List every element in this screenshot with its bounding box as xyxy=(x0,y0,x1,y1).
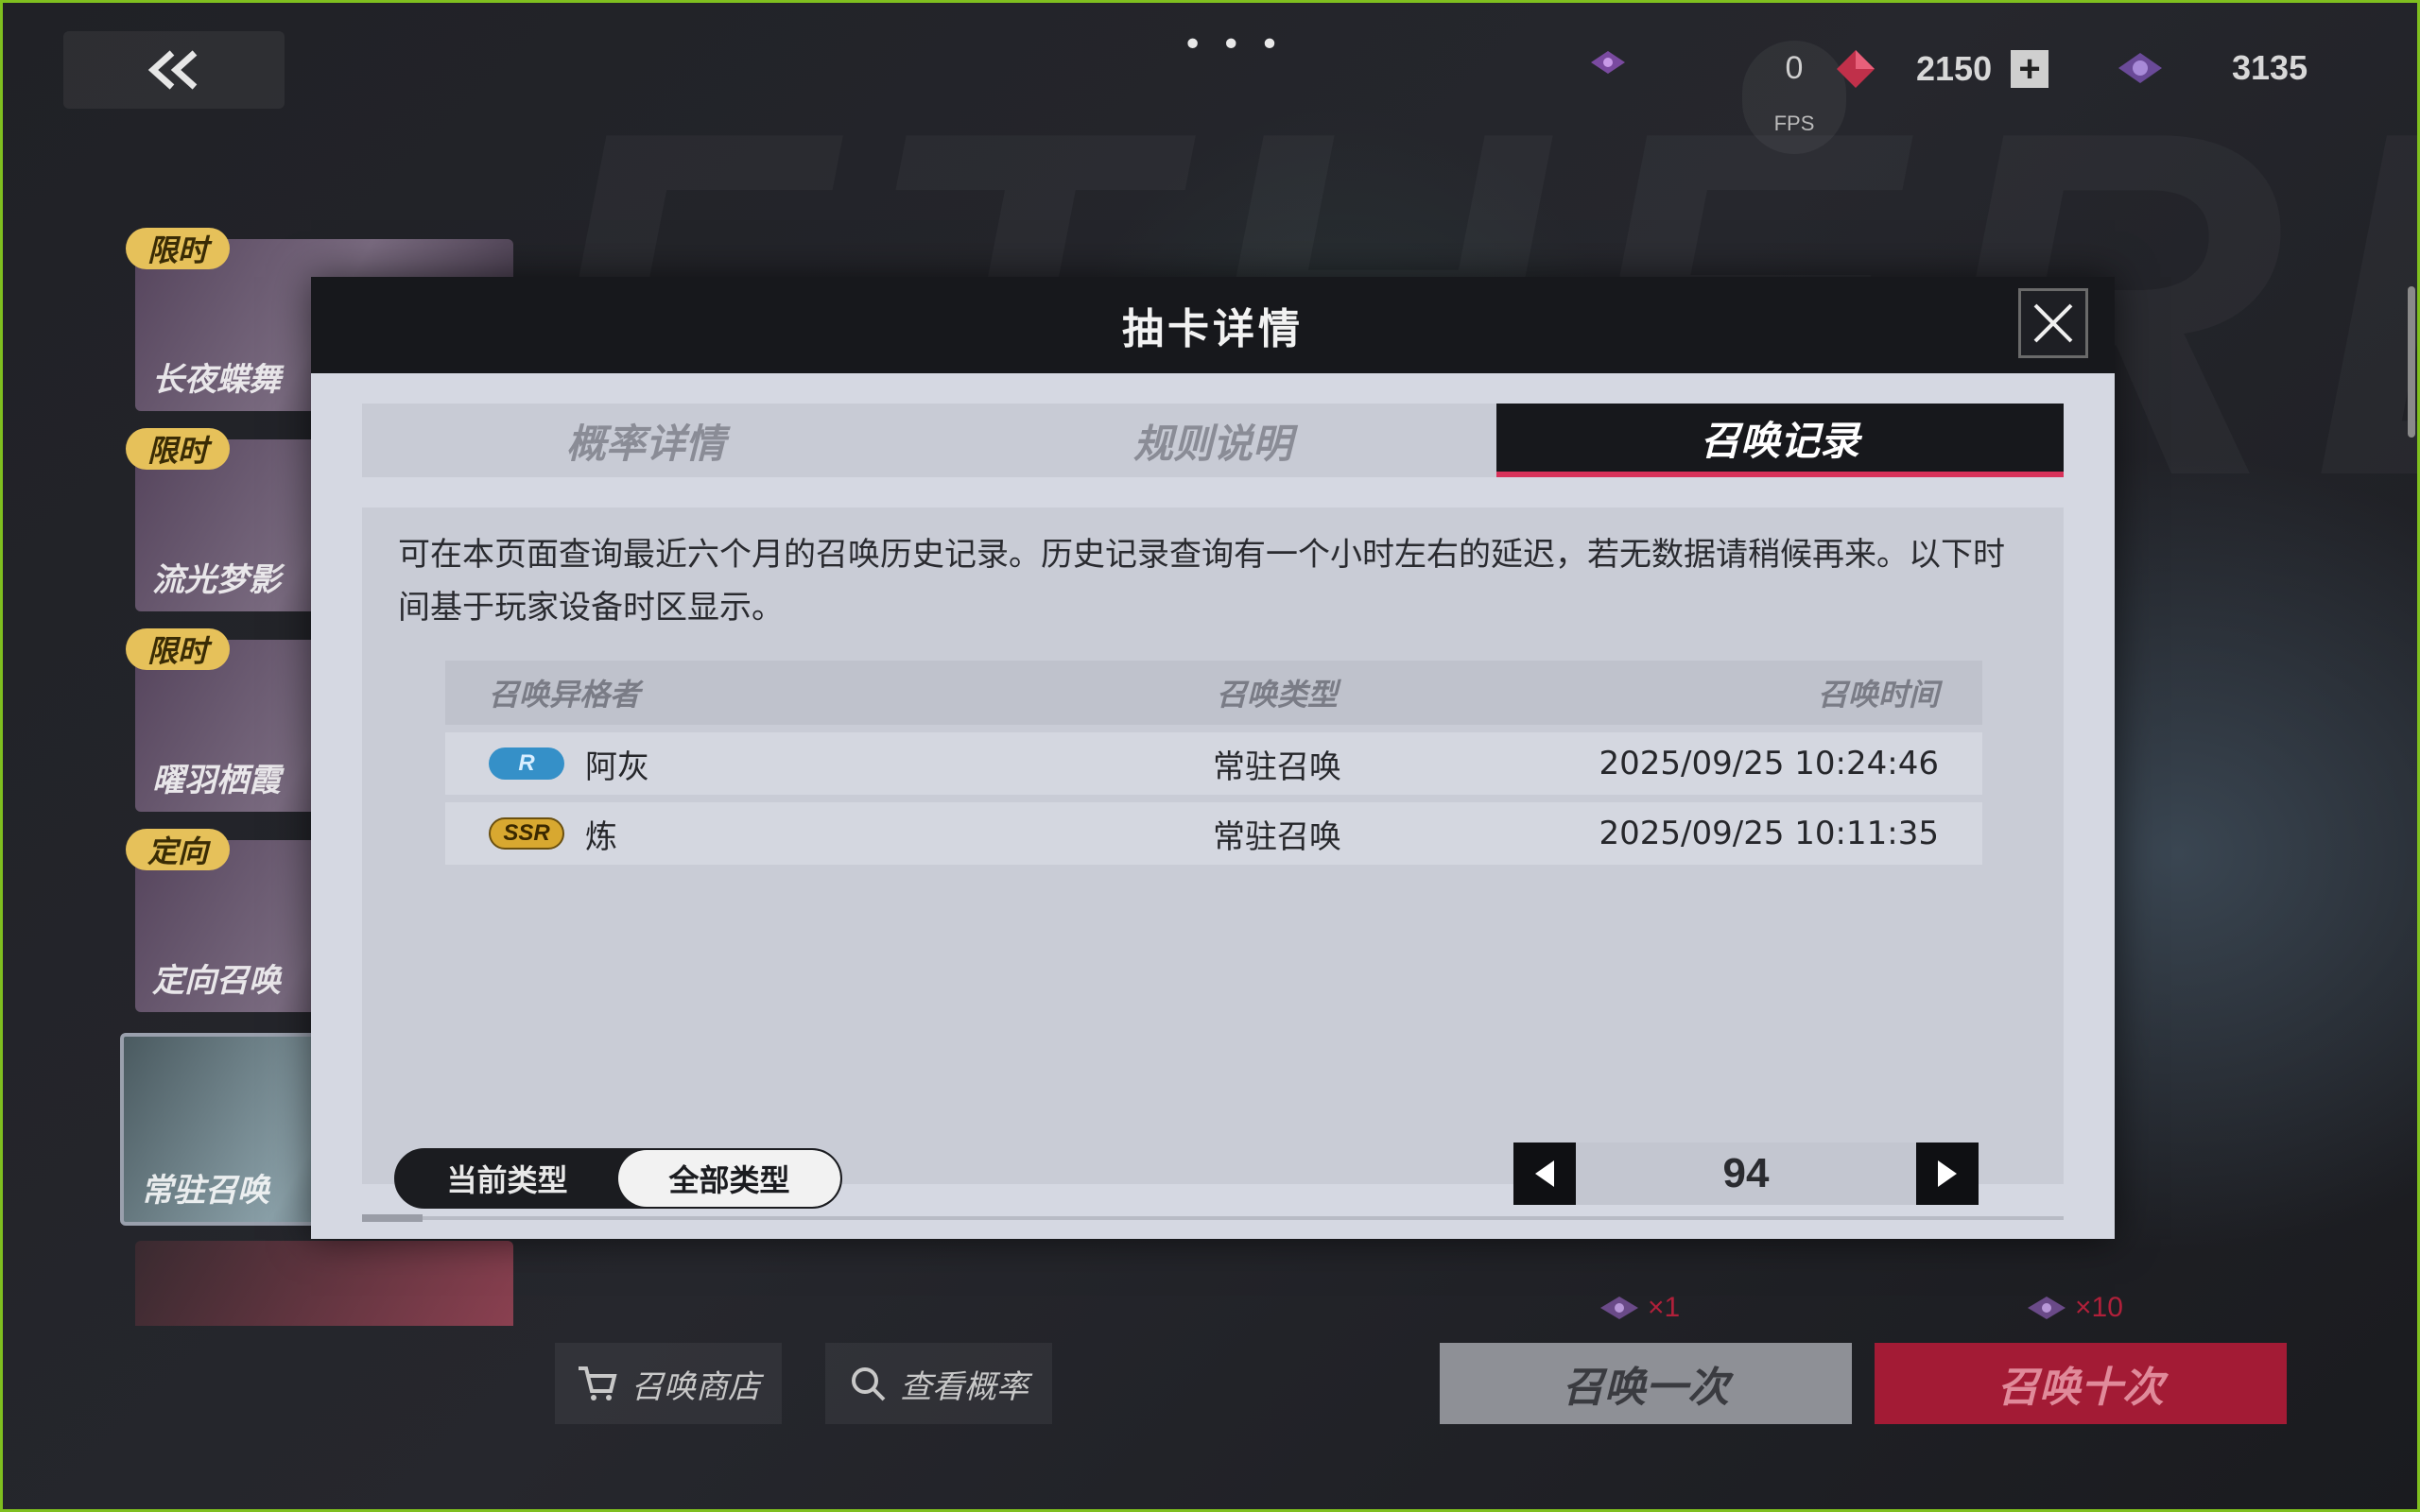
rarity-badge-icon: SSR xyxy=(489,817,564,850)
red-gem-icon xyxy=(1837,50,1875,88)
table-header: 召唤异格者 召唤类型 召唤时间 xyxy=(445,661,1982,725)
cost-ten-value: ×10 xyxy=(2075,1292,2123,1323)
filter-all-types[interactable]: 全部类型 xyxy=(618,1150,840,1207)
banner-name: 曜羽栖霞 xyxy=(152,762,281,799)
history-panel: 可在本页面查询最近六个月的召唤历史记录。历史记录查询有一个小时左右的延迟，若无数… xyxy=(362,507,2064,1184)
prev-page-button[interactable] xyxy=(1513,1143,1576,1205)
type-filter-toggle: 当前类型 全部类型 xyxy=(394,1148,842,1209)
banner-name: 常驻召唤 xyxy=(141,1172,269,1210)
dialog-tabs: 概率详情 规则说明 召唤记录 xyxy=(362,404,2064,477)
banner-tag: 限时 xyxy=(126,428,230,470)
search-icon xyxy=(852,1367,886,1401)
summon-once-cost: ×1 xyxy=(1597,1292,1680,1324)
table-row: R 阿灰 常驻召唤 2025/09/25 10:24:46 xyxy=(445,732,1982,795)
banner-name: 定向召唤 xyxy=(152,962,281,1000)
page-number: 94 xyxy=(1722,1150,1770,1196)
dialog-scroll-thumb[interactable] xyxy=(362,1214,423,1222)
summon-time: 2025/09/25 10:11:35 xyxy=(1599,815,1939,852)
fps-label: FPS xyxy=(1773,112,1815,135)
column-header-type: 召唤类型 xyxy=(1216,677,1338,713)
summon-shop-button[interactable]: 召唤商店 xyxy=(555,1343,782,1424)
dialog-header: 抽卡详情 xyxy=(311,277,2115,373)
rarity-badge-icon: R xyxy=(489,747,564,780)
tab-rules[interactable]: 规则说明 xyxy=(929,404,1496,477)
banner-name: 长夜蝶舞 xyxy=(152,361,281,399)
summon-once-button[interactable]: 召唤一次 xyxy=(1440,1343,1852,1424)
operator-name: 炼 xyxy=(585,817,617,856)
column-header-operator: 召唤异格者 xyxy=(489,677,641,713)
banner-item[interactable] xyxy=(135,1241,513,1326)
cart-icon xyxy=(579,1366,617,1400)
triangle-right-icon xyxy=(1938,1160,1957,1187)
ticket-count: 3135 xyxy=(2232,48,2308,87)
close-icon xyxy=(2033,303,2073,343)
add-gems-button[interactable]: + xyxy=(2011,48,2049,90)
purple-ticket-icon xyxy=(2118,53,2162,83)
resource-ticket-small xyxy=(1587,48,1629,77)
history-table: 召唤异格者 召唤类型 召唤时间 R 阿灰 常驻召唤 2025/09/25 10:… xyxy=(445,661,1982,865)
summon-ticket-icon xyxy=(2028,1297,2066,1319)
triangle-left-icon xyxy=(1535,1160,1554,1187)
summon-shop-label: 召唤商店 xyxy=(631,1367,760,1406)
summon-ten-button[interactable]: 召唤十次 xyxy=(1875,1343,2287,1424)
banner-tag: 限时 xyxy=(126,628,230,670)
table-row: SSR 炼 常驻召唤 2025/09/25 10:11:35 xyxy=(445,802,1982,865)
screen-scrollbar[interactable] xyxy=(2408,286,2415,438)
operator-cell: R 阿灰 xyxy=(445,741,1041,787)
summon-type: 常驻召唤 xyxy=(1213,817,1341,856)
view-rates-button[interactable]: 查看概率 xyxy=(825,1343,1052,1424)
pagination: 94 xyxy=(1513,1143,1979,1205)
summon-ten-cost: ×10 xyxy=(2024,1292,2123,1324)
view-rates-label: 查看概率 xyxy=(900,1367,1028,1406)
summon-ticket-icon xyxy=(1591,51,1625,74)
double-chevron-left-icon xyxy=(147,50,198,90)
gem-resource: 2150 + xyxy=(1833,48,2049,90)
dialog-scroll-track xyxy=(362,1216,2064,1220)
ticket-resource: 3135 xyxy=(2115,48,2308,88)
banner-tag: 定向 xyxy=(126,829,230,870)
filter-current-type[interactable]: 当前类型 xyxy=(396,1150,618,1207)
column-header-time: 召唤时间 xyxy=(1817,677,1939,713)
summon-ticket-icon xyxy=(1600,1297,1638,1319)
operator-name: 阿灰 xyxy=(585,747,649,786)
tab-summon-history[interactable]: 召唤记录 xyxy=(1496,404,2064,477)
dialog-title: 抽卡详情 xyxy=(1122,305,1304,353)
more-menu-dots[interactable]: • • • xyxy=(1183,26,1284,64)
summon-type: 常驻召唤 xyxy=(1213,747,1341,786)
next-page-button[interactable] xyxy=(1916,1143,1979,1205)
close-button[interactable] xyxy=(2018,288,2088,358)
gem-count: 2150 xyxy=(1916,49,1993,88)
summon-time: 2025/09/25 10:24:46 xyxy=(1599,745,1939,782)
operator-cell: SSR 炼 xyxy=(445,811,1041,857)
fps-value: 0 xyxy=(1785,50,1804,86)
banner-tag: 限时 xyxy=(126,228,230,269)
back-button[interactable] xyxy=(63,31,285,109)
game-screen: FTHERBS • • • 0 FPS 2150 + 3135 长夜蝶舞 限时 … xyxy=(0,0,2420,1512)
cost-once-value: ×1 xyxy=(1648,1292,1681,1323)
tab-rates[interactable]: 概率详情 xyxy=(362,404,929,477)
gacha-detail-dialog: 抽卡详情 概率详情 规则说明 召唤记录 可在本页面查询最近六个月的召唤历史记录。… xyxy=(311,277,2115,1239)
history-description: 可在本页面查询最近六个月的召唤历史记录。历史记录查询有一个小时左右的延迟，若无数… xyxy=(398,536,2005,627)
fps-counter: 0 FPS xyxy=(1742,41,1846,154)
banner-name: 流光梦影 xyxy=(152,561,281,599)
